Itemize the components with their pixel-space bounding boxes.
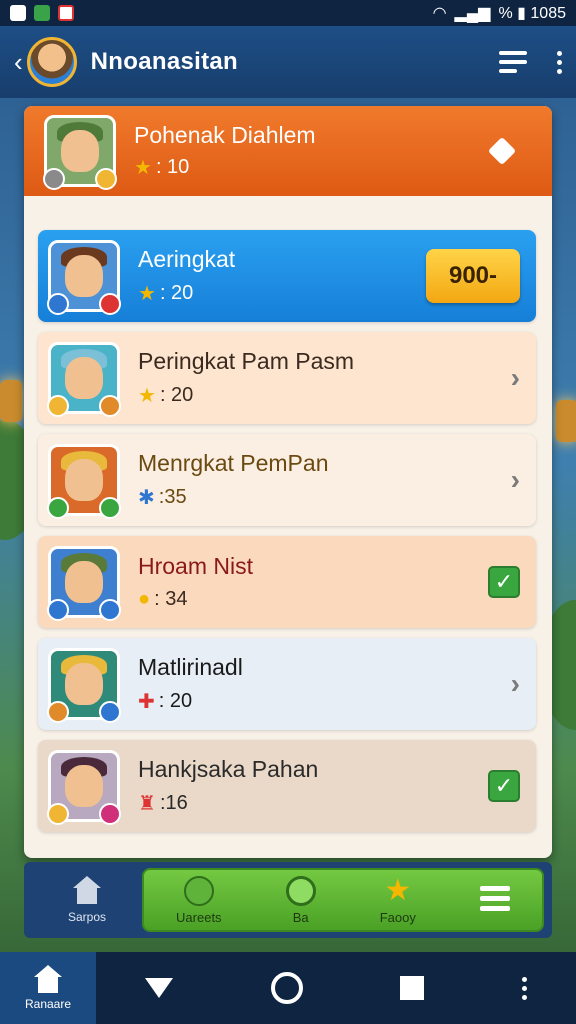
checkmark-icon[interactable]: ✓	[488, 566, 520, 598]
current-player-card[interactable]: Pohenak Diahlem ★: 10	[24, 106, 552, 196]
star-icon: ★	[134, 157, 152, 179]
score-badge-button[interactable]: 900-	[426, 249, 520, 303]
profile-avatar[interactable]	[26, 37, 77, 87]
player-name: Aeringkat	[138, 246, 236, 272]
battery-text: % ▮ 1085	[498, 5, 566, 22]
target-icon	[285, 875, 316, 906]
list-item[interactable]: Hroam Nist ●: 34 ✓	[38, 536, 536, 628]
list-item[interactable]: Aeringkat ★: 20 900-	[38, 230, 536, 322]
app-notification-icon	[34, 5, 50, 21]
more-options-icon[interactable]	[522, 976, 528, 1000]
home-icon	[32, 965, 64, 995]
tab-label: Uareets	[176, 909, 222, 925]
puzzle-icon: ✚	[138, 691, 155, 713]
checkmark-icon[interactable]: ✓	[488, 770, 520, 802]
leaderboard-panel: Pohenak Diahlem ★: 10 Aeringkat ★: 20 90…	[24, 106, 552, 858]
coin-icon: ●	[138, 588, 151, 610]
player-portrait	[47, 342, 121, 417]
tab-faooy[interactable]: ★ Faooy	[379, 873, 416, 925]
game-bottom-nav: Sarpos Uareets Ba ★ Faooy	[24, 862, 552, 938]
status-bar: ◠ ▂▄▆ % ▮ 1085	[0, 0, 576, 26]
system-nav-bar: Ranaare	[0, 952, 576, 1024]
back-icon[interactable]	[144, 978, 173, 998]
star-icon: ★	[138, 385, 156, 407]
player-portrait	[47, 240, 121, 315]
home-circle-icon[interactable]	[270, 972, 303, 1004]
creature-icon	[183, 875, 214, 906]
app-bar: ‹ Nnoanasitan	[0, 26, 576, 98]
player-score: :16	[159, 792, 188, 814]
recents-icon[interactable]	[400, 976, 425, 1000]
player-name: Menrgkat PemPan	[138, 450, 329, 476]
list-item[interactable]: Hankjsaka Pahan ♜:16 ✓	[38, 740, 536, 832]
player-name: Hankjsaka Pahan	[138, 756, 319, 782]
network-icon	[487, 136, 517, 166]
gallery-notification-icon	[58, 5, 74, 21]
star-icon: ★	[384, 873, 412, 907]
star-icon: ★	[138, 283, 156, 305]
castle-icon: ♜	[138, 793, 156, 815]
notification-icon	[10, 5, 26, 21]
signal-icon: ▂▄▆	[454, 5, 491, 22]
star-icon: ✱	[138, 487, 155, 509]
list-item[interactable]: Matlirinadl ✚: 20 ›	[38, 638, 536, 730]
tab-label: Ba	[292, 909, 309, 925]
list-item[interactable]: Peringkat Pam Pasm ★: 20 ›	[38, 332, 536, 424]
tab-list[interactable]	[479, 883, 510, 917]
app-title: Nnoanasitan	[90, 48, 238, 75]
player-score: : 20	[159, 384, 194, 406]
tab-creatures[interactable]: Uareets	[176, 875, 222, 925]
back-arrow-icon[interactable]: ‹	[14, 47, 23, 78]
player-portrait	[47, 546, 121, 621]
home-tab-label: Sarpos	[67, 910, 107, 924]
player-score: : 20	[158, 690, 193, 712]
chevron-right-icon[interactable]: ›	[511, 362, 520, 393]
chevron-right-icon[interactable]: ›	[511, 668, 520, 699]
list-icon	[479, 883, 510, 913]
player-portrait	[47, 648, 121, 723]
home-icon	[71, 876, 103, 906]
player-score: : 10	[155, 156, 190, 178]
player-score: : 34	[154, 588, 188, 610]
system-home-label: Ranaare	[24, 997, 72, 1011]
player-portrait	[47, 750, 121, 825]
tab-label: Faooy	[379, 909, 416, 925]
player-name: Hroam Nist	[138, 553, 254, 579]
list-menu-icon[interactable]	[499, 51, 527, 73]
player-score: :35	[158, 486, 187, 508]
more-options-icon[interactable]	[557, 50, 562, 74]
wifi-icon: ◠	[432, 5, 447, 22]
chevron-right-icon[interactable]: ›	[511, 464, 520, 495]
home-tab[interactable]: Sarpos	[32, 876, 142, 924]
network-menu-button[interactable]	[472, 121, 532, 181]
player-name: Matlirinadl	[138, 654, 243, 680]
player-name: Peringkat Pam Pasm	[138, 348, 355, 374]
player-score: : 20	[159, 282, 194, 304]
player-portrait	[43, 115, 117, 190]
player-name: Pohenak Diahlem	[134, 122, 316, 148]
system-home-button[interactable]: Ranaare	[0, 952, 96, 1024]
player-portrait	[47, 444, 121, 519]
list-item[interactable]: Menrgkat PemPan ✱:35 ›	[38, 434, 536, 526]
tab-ba[interactable]: Ba	[285, 875, 316, 925]
